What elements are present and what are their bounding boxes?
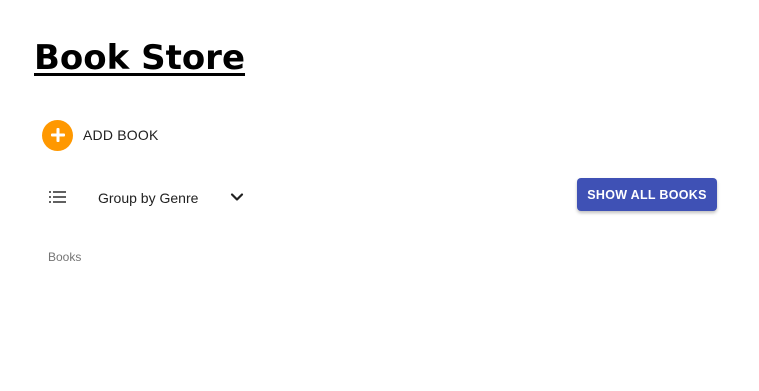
group-by-select[interactable]: Group by Genre (98, 186, 244, 210)
list-icon (48, 189, 68, 205)
chevron-down-icon (230, 189, 244, 207)
page-title: Book Store (34, 38, 246, 78)
plus-circle-icon (42, 119, 73, 151)
group-by-value: Group by Genre (98, 190, 199, 206)
add-book-label: ADD BOOK (83, 127, 159, 143)
books-section-label: Books (48, 250, 82, 264)
add-book-button[interactable]: ADD BOOK (42, 119, 159, 151)
show-all-books-button[interactable]: SHOW ALL BOOKS (577, 178, 717, 211)
